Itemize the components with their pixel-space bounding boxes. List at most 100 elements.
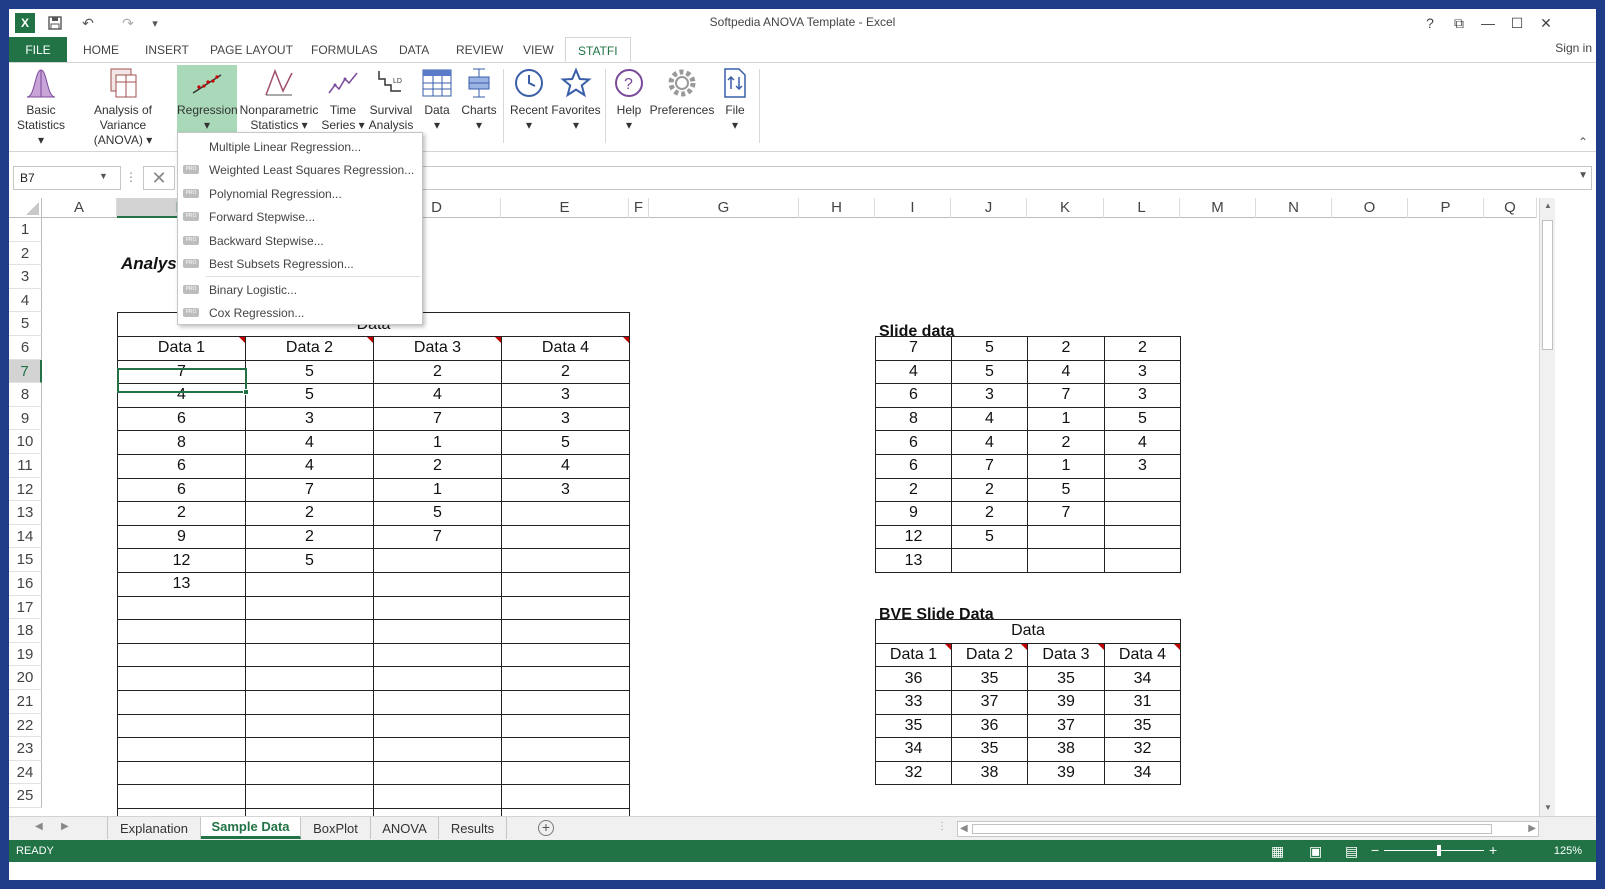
menu-item-multiple-linear-regression[interactable]: Multiple Linear Regression... [178, 135, 422, 158]
resize-handle-icon[interactable]: ⋮ [125, 170, 137, 184]
row-header-24[interactable]: 24 [9, 760, 42, 785]
row-header-19[interactable]: 19 [9, 642, 42, 667]
row-header-3[interactable]: 3 [9, 265, 42, 289]
scrollbar-thumb[interactable] [972, 824, 1492, 834]
table-cell[interactable] [245, 595, 374, 621]
table-cell[interactable] [1027, 524, 1105, 550]
table-cell[interactable]: 4 [1027, 359, 1105, 385]
row-header-10[interactable]: 10 [9, 430, 42, 454]
table-cell[interactable]: 35 [951, 737, 1028, 762]
tab-view[interactable]: VIEW [523, 37, 554, 62]
table-cell[interactable] [117, 619, 246, 644]
table-cell[interactable] [373, 760, 502, 786]
table-cell[interactable]: 1 [373, 430, 502, 455]
table-cell[interactable]: 2 [951, 501, 1028, 526]
table-cell[interactable]: 6 [875, 454, 952, 479]
column-header-f[interactable]: F [629, 198, 649, 218]
maximize-button[interactable]: ☐ [1503, 12, 1531, 34]
table-cell[interactable] [117, 690, 246, 715]
table-cell[interactable]: 2 [373, 359, 502, 385]
table-cell[interactable]: 6 [117, 477, 246, 503]
row-header-2[interactable]: 2 [9, 241, 42, 266]
table-cell[interactable] [373, 784, 502, 809]
column-header-o[interactable]: O [1332, 198, 1408, 218]
table-cell[interactable]: 33 [875, 690, 952, 715]
row-header-11[interactable]: 11 [9, 454, 42, 478]
regression-button[interactable]: Regression ▾ [177, 65, 238, 135]
table-cell[interactable] [117, 784, 246, 809]
chevron-down-icon[interactable]: ▼ [99, 171, 108, 181]
row-header-12[interactable]: 12 [9, 477, 42, 502]
scrollbar-thumb[interactable] [1542, 220, 1553, 350]
row-header-25[interactable]: 25 [9, 784, 42, 808]
table-cell[interactable] [501, 784, 630, 809]
data-button[interactable]: Data ▾ [417, 65, 457, 135]
bve-table-header[interactable]: Data 2 [951, 642, 1028, 668]
table-cell[interactable] [501, 501, 630, 526]
table-cell[interactable]: 9 [117, 524, 246, 550]
zoom-level[interactable]: 125% [1554, 845, 1582, 857]
column-header-k[interactable]: K [1027, 198, 1104, 218]
row-header-15[interactable]: 15 [9, 548, 42, 572]
table-cell[interactable] [373, 737, 502, 762]
table-cell[interactable]: 2 [1027, 336, 1105, 361]
main-table-header[interactable]: Data 4 [501, 336, 630, 361]
sheet-tab-anova[interactable]: ANOVA [371, 817, 439, 839]
table-cell[interactable] [501, 713, 630, 739]
table-cell[interactable]: 1 [373, 477, 502, 503]
table-cell[interactable] [501, 619, 630, 644]
table-cell[interactable]: 38 [1027, 737, 1105, 762]
zoom-slider-thumb[interactable] [1437, 845, 1441, 856]
table-cell[interactable] [501, 524, 630, 550]
zoom-out-icon[interactable]: − [1371, 842, 1379, 858]
table-cell[interactable]: 4 [373, 383, 502, 408]
table-cell[interactable]: 3 [501, 383, 630, 408]
row-header-9[interactable]: 9 [9, 406, 42, 431]
table-cell[interactable]: 3 [501, 477, 630, 503]
collapse-ribbon-icon[interactable]: ⌃ [1578, 135, 1588, 149]
table-cell[interactable]: 5 [1027, 477, 1105, 503]
table-cell[interactable]: 4 [245, 454, 374, 479]
menu-item-forward-stepwise[interactable]: PRO Forward Stepwise... [178, 205, 422, 228]
zoom-slider[interactable] [1384, 850, 1484, 851]
table-cell[interactable] [117, 595, 246, 621]
prev-sheet-icon[interactable]: ◀ [35, 821, 43, 832]
table-cell[interactable]: 4 [951, 406, 1028, 432]
favorites-button[interactable]: Favorites ▾ [551, 65, 601, 135]
table-cell[interactable] [1027, 548, 1105, 573]
column-header-q[interactable]: Q [1484, 198, 1537, 218]
survival-analysis-button[interactable]: LD Survival Analysis ▾ [367, 65, 415, 147]
table-cell[interactable] [245, 760, 374, 786]
table-cell[interactable] [117, 666, 246, 691]
row-header-5[interactable]: 5 [9, 312, 42, 336]
column-header-n[interactable]: N [1256, 198, 1332, 218]
cancel-formula-button[interactable]: ✕ [143, 166, 175, 190]
menu-item-cox-regression[interactable]: PRO Cox Regression... [178, 301, 422, 324]
table-cell[interactable] [117, 760, 246, 786]
column-header-a[interactable]: A [42, 198, 117, 218]
ribbon-display-options-icon[interactable]: ⧉ [1445, 12, 1473, 34]
table-cell[interactable]: 7 [1027, 383, 1105, 408]
sheet-tab-explanation[interactable]: Explanation [107, 817, 201, 839]
table-cell[interactable] [373, 548, 502, 573]
table-cell[interactable] [373, 595, 502, 621]
table-cell[interactable] [501, 642, 630, 668]
table-cell[interactable]: 37 [1027, 713, 1105, 739]
help-icon[interactable]: ? [1416, 12, 1444, 34]
table-cell[interactable] [245, 713, 374, 739]
menu-item-polynomial-regression[interactable]: PRO Polynomial Regression... [178, 182, 422, 205]
table-cell[interactable]: 31 [1104, 690, 1181, 715]
row-header-17[interactable]: 17 [9, 595, 42, 620]
sheet-tab-results[interactable]: Results [439, 817, 507, 839]
table-cell[interactable]: 6 [875, 383, 952, 408]
row-header-18[interactable]: 18 [9, 619, 42, 643]
sheet-tab-sample-data[interactable]: Sample Data [201, 817, 301, 839]
time-series-button[interactable]: Time Series ▾ [321, 65, 365, 135]
table-cell[interactable]: 5 [245, 359, 374, 385]
table-cell[interactable]: 34 [875, 737, 952, 762]
table-cell[interactable]: 13 [875, 548, 952, 573]
row-header-13[interactable]: 13 [9, 501, 42, 525]
preferences-button[interactable]: Preferences [649, 65, 715, 135]
table-cell[interactable] [501, 548, 630, 573]
column-header-h[interactable]: H [799, 198, 875, 218]
